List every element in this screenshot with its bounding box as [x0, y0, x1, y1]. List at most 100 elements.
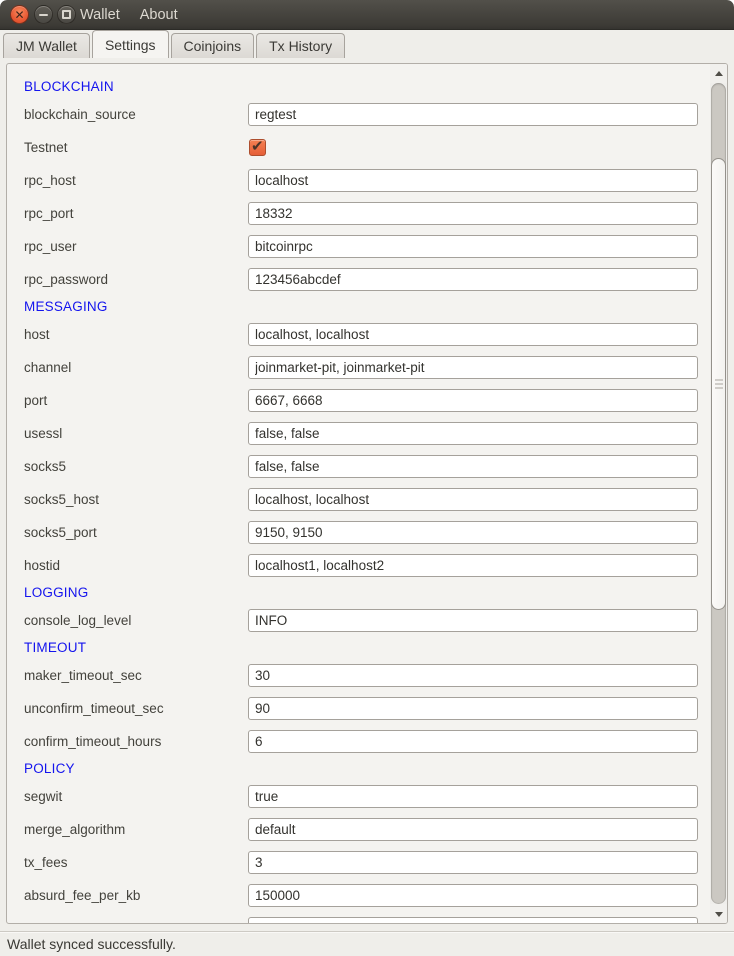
field-row-partial [7, 912, 710, 924]
partial-field-input[interactable] [248, 917, 698, 924]
field-row-rpc_password: rpc_password [7, 263, 710, 296]
field-label: usessl [24, 417, 62, 450]
tab-jm-wallet[interactable]: JM Wallet [3, 33, 90, 58]
arrow-down-icon [715, 912, 723, 917]
minimize-icon [39, 14, 48, 16]
field-row-port: port [7, 384, 710, 417]
field-row-socks5_host: socks5_host [7, 483, 710, 516]
field-row-channel: channel [7, 351, 710, 384]
field-row-rpc_user: rpc_user [7, 230, 710, 263]
field-row-confirm_timeout_hours: confirm_timeout_hours [7, 725, 710, 758]
settings-pane: BLOCKCHAINblockchain_sourceTestnet ✔ rpc_h… [0, 58, 734, 931]
field-label: rpc_port [24, 197, 74, 230]
field-label: rpc_host [24, 164, 76, 197]
tx_fees-input[interactable] [248, 851, 698, 874]
menu-wallet[interactable]: Wallet [72, 0, 128, 30]
close-button[interactable]: ✕ [10, 5, 29, 24]
checkmark-icon: ✔ [251, 137, 264, 155]
section-header-timeout: TIMEOUT [7, 637, 710, 659]
maximize-icon [62, 10, 71, 19]
field-row-rpc_port: rpc_port [7, 197, 710, 230]
menu-about[interactable]: About [132, 0, 186, 30]
field-label: maker_timeout_sec [24, 659, 142, 692]
field-row-merge_algorithm: merge_algorithm [7, 813, 710, 846]
section-header-policy: POLICY [7, 758, 710, 780]
socks5_port-input[interactable] [248, 521, 698, 544]
field-label: host [24, 318, 50, 351]
unconfirm_timeout_sec-input[interactable] [248, 697, 698, 720]
confirm_timeout_hours-input[interactable] [248, 730, 698, 753]
field-row-socks5: socks5 [7, 450, 710, 483]
field-row-tx_fees: tx_fees [7, 846, 710, 879]
section-header-blockchain: BLOCKCHAIN [7, 76, 710, 98]
rpc_user-input[interactable] [248, 235, 698, 258]
field-row-segwit: segwit [7, 780, 710, 813]
field-label: socks5_port [24, 516, 97, 549]
field-label: socks5 [24, 450, 66, 483]
tab-tx-history[interactable]: Tx History [256, 33, 345, 58]
rpc_host-input[interactable] [248, 169, 698, 192]
field-row-usessl: usessl [7, 417, 710, 450]
channel-input[interactable] [248, 356, 698, 379]
section-header-logging: LOGGING [7, 582, 710, 604]
minimize-button[interactable] [34, 5, 53, 24]
close-icon: ✕ [11, 6, 28, 23]
field-label: hostid [24, 549, 60, 582]
testnet-checkbox[interactable]: ✔ [249, 139, 266, 156]
status-text: Wallet synced successfully. [7, 932, 176, 956]
absurd_fee_per_kb-input[interactable] [248, 884, 698, 907]
menubar: Wallet About [72, 0, 186, 30]
rpc_port-input[interactable] [248, 202, 698, 225]
field-row-blockchain_source: blockchain_source [7, 98, 710, 131]
scrollbar-down-button[interactable] [710, 904, 727, 923]
console_log_level-input[interactable] [248, 609, 698, 632]
host-input[interactable] [248, 323, 698, 346]
app-window: ✕ Wallet About JM WalletSettingsCoinjoin… [0, 0, 734, 956]
vertical-scrollbar [710, 64, 727, 923]
status-bar: Wallet synced successfully. [0, 931, 734, 956]
settings-form: BLOCKCHAINblockchain_sourceTestnet ✔ rpc_h… [7, 64, 710, 924]
port-input[interactable] [248, 389, 698, 412]
field-label: absurd_fee_per_kb [24, 879, 140, 912]
scrollbar-track[interactable] [711, 83, 726, 904]
titlebar: ✕ Wallet About [0, 0, 734, 30]
field-label: Testnet [24, 131, 68, 164]
field-row-rpc_host: rpc_host [7, 164, 710, 197]
field-label: rpc_user [24, 230, 77, 263]
tab-bar: JM WalletSettingsCoinjoinsTx History [0, 30, 734, 58]
field-row-console_log_level: console_log_level [7, 604, 710, 637]
scrollbar-up-button[interactable] [710, 64, 727, 83]
tab-coinjoins[interactable]: Coinjoins [171, 33, 255, 58]
field-row-host: host [7, 318, 710, 351]
field-row-testnet: Testnet ✔ [7, 131, 710, 164]
segwit-input[interactable] [248, 785, 698, 808]
field-row-hostid: hostid [7, 549, 710, 582]
field-row-absurd_fee_per_kb: absurd_fee_per_kb [7, 879, 710, 912]
field-label: socks5_host [24, 483, 99, 516]
field-label: port [24, 384, 47, 417]
settings-scroll-area: BLOCKCHAINblockchain_sourceTestnet ✔ rpc_h… [6, 63, 728, 924]
field-label: confirm_timeout_hours [24, 725, 161, 758]
field-label: console_log_level [24, 604, 131, 637]
field-label: channel [24, 351, 71, 384]
field-row-maker_timeout_sec: maker_timeout_sec [7, 659, 710, 692]
blockchain_source-input[interactable] [248, 103, 698, 126]
field-label: unconfirm_timeout_sec [24, 692, 164, 725]
field-label: segwit [24, 780, 62, 813]
usessl-input[interactable] [248, 422, 698, 445]
scrollbar-thumb[interactable] [711, 158, 726, 610]
section-header-messaging: MESSAGING [7, 296, 710, 318]
field-label: blockchain_source [24, 98, 136, 131]
scrollbar-grip-icon [715, 380, 723, 389]
hostid-input[interactable] [248, 554, 698, 577]
field-label: merge_algorithm [24, 813, 125, 846]
socks5_host-input[interactable] [248, 488, 698, 511]
rpc_password-input[interactable] [248, 268, 698, 291]
arrow-up-icon [715, 71, 723, 76]
field-row-unconfirm_timeout_sec: unconfirm_timeout_sec [7, 692, 710, 725]
maker_timeout_sec-input[interactable] [248, 664, 698, 687]
socks5-input[interactable] [248, 455, 698, 478]
merge_algorithm-input[interactable] [248, 818, 698, 841]
tab-settings[interactable]: Settings [92, 30, 169, 58]
field-row-socks5_port: socks5_port [7, 516, 710, 549]
